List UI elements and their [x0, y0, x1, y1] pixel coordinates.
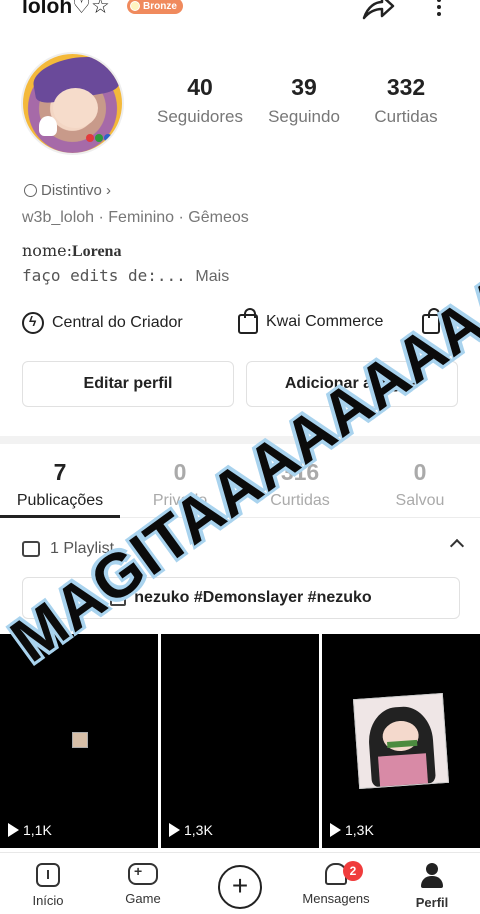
nav-messages-label: Mensagens: [302, 891, 370, 906]
share-button[interactable]: [360, 0, 396, 22]
create-post-button[interactable]: +: [218, 865, 262, 909]
active-tab-indicator: [0, 515, 120, 518]
thumbnail-image: [72, 732, 88, 748]
more-options-button[interactable]: [426, 0, 452, 22]
kimono-shape: [378, 753, 429, 787]
dot: [437, 12, 441, 16]
tab-count: 316: [280, 459, 320, 485]
play-icon: [330, 823, 341, 837]
creator-links-row: Central do Criador Kwai Commerce Ju: [22, 308, 480, 338]
nav-game[interactable]: Game: [103, 863, 183, 906]
nav-messages[interactable]: Mensagens: [296, 863, 376, 906]
playlist-icon: [22, 541, 40, 557]
following-count: 39: [291, 74, 317, 100]
face-shape: [53, 88, 98, 128]
person-icon: [420, 863, 444, 889]
third-link-label: Ju: [448, 313, 465, 330]
video-grid: 1,1K 1,3K 1,3K: [0, 634, 480, 852]
bio-line-1: nome:Lorena: [22, 241, 121, 261]
kwai-commerce-label: Kwai Commerce: [266, 313, 384, 330]
views-label: 1,3K: [345, 822, 374, 838]
view-count: 1,1K: [8, 822, 52, 838]
shopping-bag-icon: [238, 308, 258, 334]
username: loloh♡☆: [22, 0, 110, 18]
following-stat[interactable]: 39 Seguindo: [262, 74, 346, 127]
edit-profile-button[interactable]: Editar perfil: [22, 361, 234, 407]
likes-count: 332: [386, 74, 426, 100]
view-count: 1,3K: [169, 822, 213, 838]
tab-publicacoes[interactable]: 7 Publicações: [0, 459, 120, 510]
bio-name-prefix: nome:: [22, 241, 72, 260]
play-icon: [8, 823, 19, 837]
creator-center-label: Central do Criador: [52, 314, 183, 331]
section-divider: [0, 436, 480, 444]
play-icon: [169, 823, 180, 837]
lightning-icon: [22, 312, 44, 334]
link-icon: [422, 308, 440, 334]
likes-label: Curtidas: [374, 107, 438, 126]
share-icon: [362, 0, 395, 20]
bio-more-link[interactable]: Mais: [195, 268, 229, 285]
nav-home[interactable]: Início: [8, 863, 88, 908]
badge-label: Bronze: [143, 0, 177, 12]
dot: [437, 0, 441, 2]
tab-label: Publicações: [16, 492, 104, 509]
ghost-shape: [39, 116, 57, 136]
followers-count: 40: [187, 74, 213, 100]
followers-label: Seguidores: [156, 107, 243, 126]
likes-stat[interactable]: 332 Curtidas: [366, 74, 446, 127]
view-count: 1,3K: [330, 822, 374, 838]
tab-count: 0: [173, 459, 187, 485]
nav-game-label: Game: [125, 891, 161, 906]
nezuko-thumbnail-image: [352, 692, 450, 790]
tab-count: 0: [413, 459, 427, 485]
tab-label: Curtidas: [270, 492, 330, 509]
nav-profile-label: Perfil: [415, 895, 449, 910]
badge-icon: [24, 184, 37, 197]
profile-meta: w3b_loloh · Feminino · Gêmeos: [22, 209, 249, 226]
bottom-navigation: Início Game + Mensagens 2 Perfil: [0, 852, 480, 914]
distintivo-label: Distintivo ›: [41, 182, 112, 199]
playlist-item-icon: [110, 590, 127, 606]
views-label: 1,1K: [23, 822, 52, 838]
tab-label: Salvou: [395, 492, 445, 509]
tab-curtidas[interactable]: 316 Curtidas: [240, 459, 360, 510]
following-label: Seguindo: [268, 107, 340, 126]
creator-center-link[interactable]: Central do Criador: [22, 312, 183, 334]
playlist-header[interactable]: 1 Playlist: [22, 537, 465, 561]
views-label: 1,3K: [184, 822, 213, 838]
tab-count: 7: [53, 459, 67, 485]
playlist-item-label: nezuko #Demonslayer #nezuko: [134, 589, 372, 606]
bio-text: faço edits de:...: [22, 266, 186, 285]
tab-label: Privado: [152, 492, 208, 509]
level-badge[interactable]: Bronze: [127, 0, 183, 14]
third-link[interactable]: Ju: [422, 308, 465, 334]
nav-home-label: Início: [32, 893, 64, 908]
nav-profile[interactable]: Perfil: [392, 863, 472, 910]
bio-line-2: faço edits de:... Mais: [22, 266, 229, 286]
kwai-commerce-link[interactable]: Kwai Commerce: [238, 308, 384, 334]
video-thumbnail[interactable]: 1,3K: [322, 634, 480, 848]
home-icon: [36, 863, 60, 887]
tab-salvou[interactable]: 0 Salvou: [360, 459, 480, 510]
notification-badge: 2: [343, 861, 363, 881]
tab-privado[interactable]: 0 Privado: [120, 459, 240, 510]
avatar[interactable]: [21, 52, 124, 155]
video-thumbnail[interactable]: 1,3K: [161, 634, 319, 848]
dot: [437, 5, 441, 9]
medal-icon: [130, 1, 140, 11]
followers-stat[interactable]: 40 Seguidores: [155, 74, 245, 127]
gamepad-icon: [128, 863, 158, 885]
bio-name: Lorena: [71, 243, 122, 260]
buttons-decoration-icon: [86, 134, 112, 142]
distintivo-link[interactable]: Distintivo ›: [24, 182, 111, 199]
add-friends-button[interactable]: Adicionar amigos: [246, 361, 458, 407]
chevron-up-icon[interactable]: [449, 538, 465, 554]
playlist-item[interactable]: nezuko #Demonslayer #nezuko: [22, 577, 460, 619]
playlist-label: 1 Playlist: [50, 540, 115, 557]
video-thumbnail[interactable]: 1,1K: [0, 634, 158, 848]
top-bar: loloh♡☆ Bronze: [0, 0, 480, 22]
